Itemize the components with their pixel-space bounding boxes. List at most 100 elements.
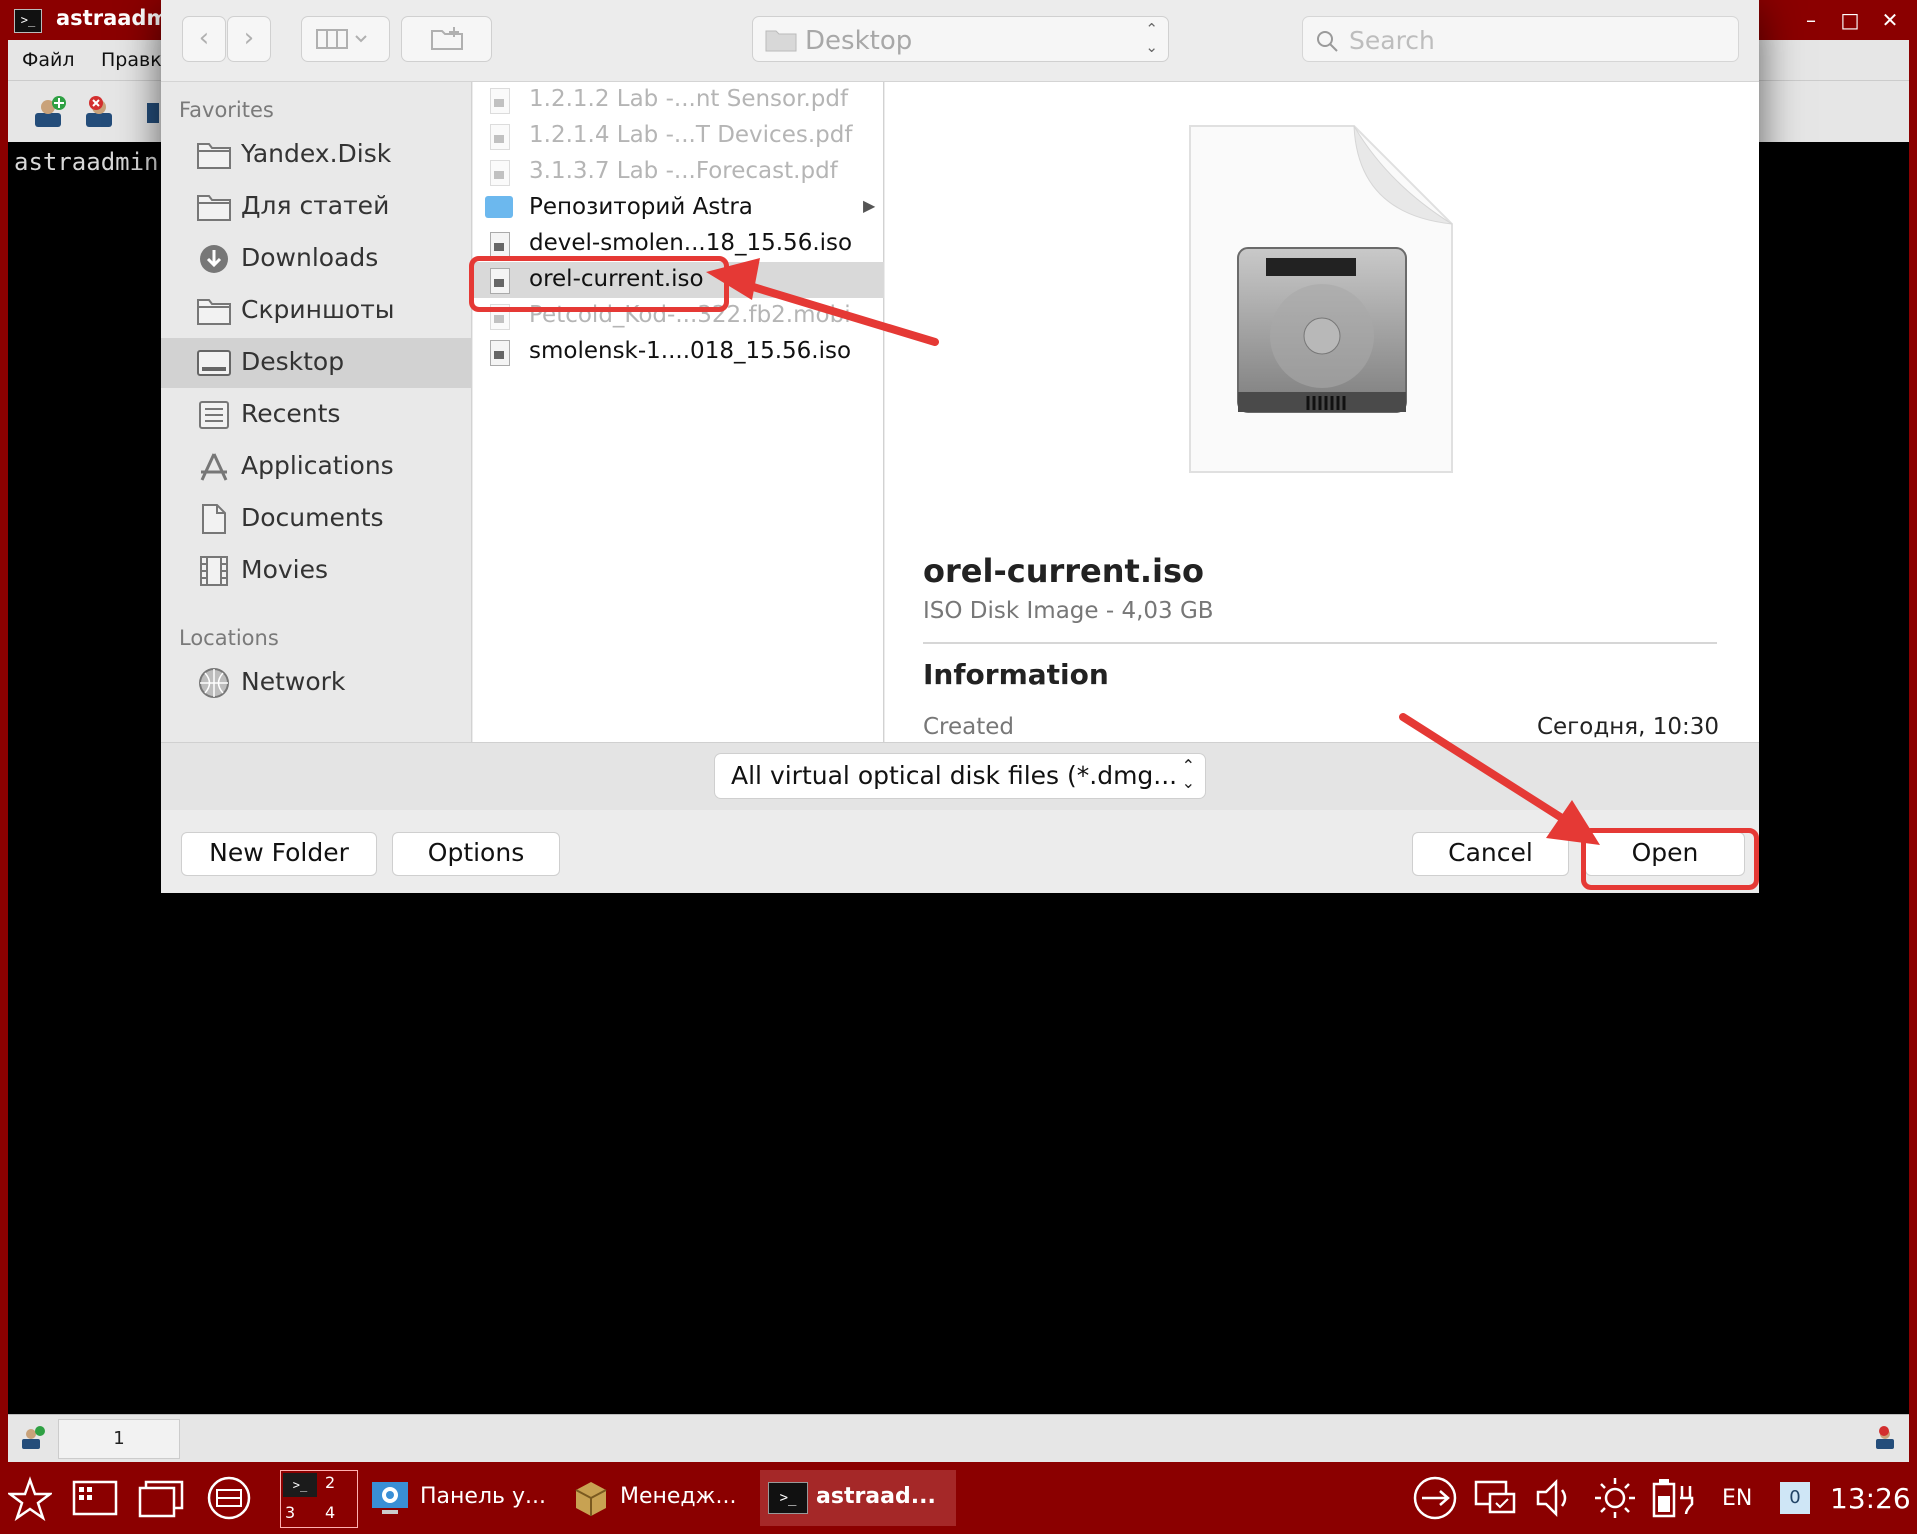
locations-heading: Locations — [179, 626, 279, 650]
minimize-icon[interactable]: – — [1797, 6, 1825, 34]
file-row[interactable]: 1.2.1.2 Lab -...nt Sensor.pdf — [473, 82, 884, 118]
sidebar-item-network[interactable]: Network — [161, 658, 472, 708]
close-tab-icon[interactable] — [1874, 1425, 1900, 1451]
options-button[interactable]: Options — [392, 832, 560, 876]
file-row[interactable]: 3.1.3.7 Lab -...Forecast.pdf — [473, 154, 884, 190]
new-folder-toolbar-button[interactable] — [401, 16, 492, 62]
sidebar-item-label: Yandex.Disk — [241, 139, 392, 168]
package-manager-icon — [575, 1482, 607, 1516]
chevron-right-icon: › — [243, 23, 255, 53]
menu-file[interactable]: Файл — [22, 49, 75, 71]
apps-grid-icon[interactable] — [70, 1470, 120, 1526]
dialog-buttons: New Folder Options Cancel Open — [161, 810, 1759, 893]
workspace-switcher[interactable]: >_ 2 3 4 — [280, 1470, 358, 1528]
applications-icon — [200, 453, 228, 481]
location-label: Desktop — [805, 26, 913, 56]
start-menu-icon[interactable] — [8, 1470, 52, 1526]
back-button[interactable]: ‹ — [182, 16, 226, 62]
sidebar-item-applications[interactable]: Applications — [161, 442, 472, 492]
new-folder-button[interactable]: New Folder — [181, 832, 377, 876]
file-manager-icon[interactable] — [204, 1470, 254, 1526]
file-name: smolensk-1....018_15.56.iso — [529, 338, 852, 364]
preview-file-name: orel-current.iso — [923, 552, 1204, 590]
sidebar: Favorites Yandex.Disk Для статей Downloa… — [161, 82, 472, 742]
sidebar-item-articles[interactable]: Для статей — [161, 182, 472, 232]
new-folder-icon — [431, 27, 463, 50]
documents-icon — [202, 504, 226, 534]
file-icon — [490, 232, 510, 258]
terminal-icon: >_ — [14, 9, 42, 33]
notification-badge[interactable]: 0 — [1780, 1482, 1810, 1514]
display-tray-icon[interactable] — [1470, 1470, 1520, 1526]
file-row[interactable]: smolensk-1....018_15.56.iso — [473, 334, 884, 370]
dialog-toolbar: ‹ › Desktop ⌃ ⌄ Search — [161, 0, 1759, 82]
network-icon — [199, 668, 229, 698]
sidebar-item-screenshots[interactable]: Скриншоты — [161, 286, 472, 336]
taskbar-app-package-manager[interactable]: Менедж... — [566, 1470, 746, 1526]
copy-icon[interactable] — [143, 95, 161, 129]
file-list: 1.2.1.2 Lab -...nt Sensor.pdf 1.2.1.4 La… — [473, 82, 884, 742]
remove-user-icon[interactable] — [84, 95, 118, 129]
sidebar-item-label: Network — [241, 667, 346, 696]
sidebar-item-label: Скриншоты — [241, 295, 395, 324]
folder-row[interactable]: Репозиторий Astra ▶ — [473, 190, 884, 226]
taskbar-app-terminal[interactable]: >_ astraad... — [760, 1470, 956, 1526]
workspace-4[interactable]: 4 — [325, 1503, 335, 1522]
sidebar-item-desktop[interactable]: Desktop — [161, 338, 472, 388]
close-icon[interactable]: ✕ — [1876, 6, 1904, 34]
file-icon — [490, 340, 510, 366]
statusbar: 1 — [8, 1414, 1909, 1462]
file-type-filter[interactable]: All virtual optical disk files (*.dmg...… — [714, 753, 1206, 799]
preview-file-kind: ISO Disk Image - 4,03 GB — [923, 598, 1214, 624]
highlight-selected-file — [469, 256, 729, 312]
workspace-3[interactable]: 3 — [285, 1503, 295, 1522]
tab-number[interactable]: 1 — [58, 1419, 180, 1459]
favorites-heading: Favorites — [179, 98, 274, 122]
view-mode-button[interactable] — [301, 16, 390, 62]
sidebar-item-documents[interactable]: Documents — [161, 494, 472, 544]
preview-divider — [923, 642, 1717, 644]
network-tray-icon[interactable] — [1410, 1470, 1460, 1526]
search-input[interactable]: Search — [1302, 16, 1739, 62]
brightness-icon[interactable] — [1590, 1470, 1640, 1526]
sidebar-item-recents[interactable]: Recents — [161, 390, 472, 440]
sidebar-item-label: Applications — [241, 451, 394, 480]
cancel-button[interactable]: Cancel — [1412, 832, 1569, 876]
file-row[interactable]: 1.2.1.4 Lab -...T Devices.pdf — [473, 118, 884, 154]
sidebar-item-label: Для статей — [241, 191, 390, 220]
control-panel-icon — [372, 1482, 408, 1514]
add-user-icon[interactable] — [33, 95, 67, 129]
volume-icon[interactable] — [1532, 1470, 1574, 1526]
sidebar-item-label: Desktop — [241, 347, 345, 376]
sidebar-item-movies[interactable]: Movies — [161, 546, 472, 596]
taskbar-app-label: astraad... — [816, 1484, 936, 1509]
file-icon — [490, 160, 510, 186]
forward-button[interactable]: › — [227, 16, 271, 62]
search-placeholder: Search — [1349, 26, 1435, 55]
battery-icon[interactable] — [1648, 1470, 1698, 1526]
folder-icon — [765, 30, 797, 52]
chevron-left-icon: ‹ — [198, 23, 210, 53]
windows-icon[interactable] — [136, 1470, 186, 1526]
file-name: 1.2.1.2 Lab -...nt Sensor.pdf — [529, 86, 849, 112]
file-icon — [490, 88, 510, 114]
clock[interactable]: 13:26 — [1830, 1482, 1911, 1515]
terminal-icon: >_ — [768, 1482, 808, 1514]
downloads-icon — [200, 245, 228, 273]
location-popup[interactable]: Desktop ⌃ ⌄ — [752, 16, 1169, 62]
sidebar-item-downloads[interactable]: Downloads — [161, 234, 472, 284]
new-tab-icon[interactable] — [20, 1425, 46, 1451]
sidebar-item-yandex-disk[interactable]: Yandex.Disk — [161, 130, 472, 180]
open-file-dialog: ‹ › Desktop ⌃ ⌄ Search Favorites Yandex.… — [161, 0, 1759, 893]
language-indicator[interactable]: EN — [1722, 1486, 1752, 1511]
file-name: 1.2.1.4 Lab -...T Devices.pdf — [529, 122, 853, 148]
sidebar-item-label: Movies — [241, 555, 329, 584]
taskbar-app-control-panel[interactable]: Панель у... — [366, 1470, 546, 1526]
maximize-icon[interactable]: □ — [1836, 6, 1864, 34]
workspace-2[interactable]: 2 — [325, 1473, 335, 1492]
filter-bar: All virtual optical disk files (*.dmg...… — [161, 742, 1759, 810]
taskbar: >_ 2 3 4 Панель у... Менедж... >_ astraa… — [0, 1462, 1917, 1534]
taskbar-app-label: Менедж... — [620, 1484, 737, 1509]
file-icon — [490, 124, 510, 150]
search-icon — [1317, 31, 1338, 52]
